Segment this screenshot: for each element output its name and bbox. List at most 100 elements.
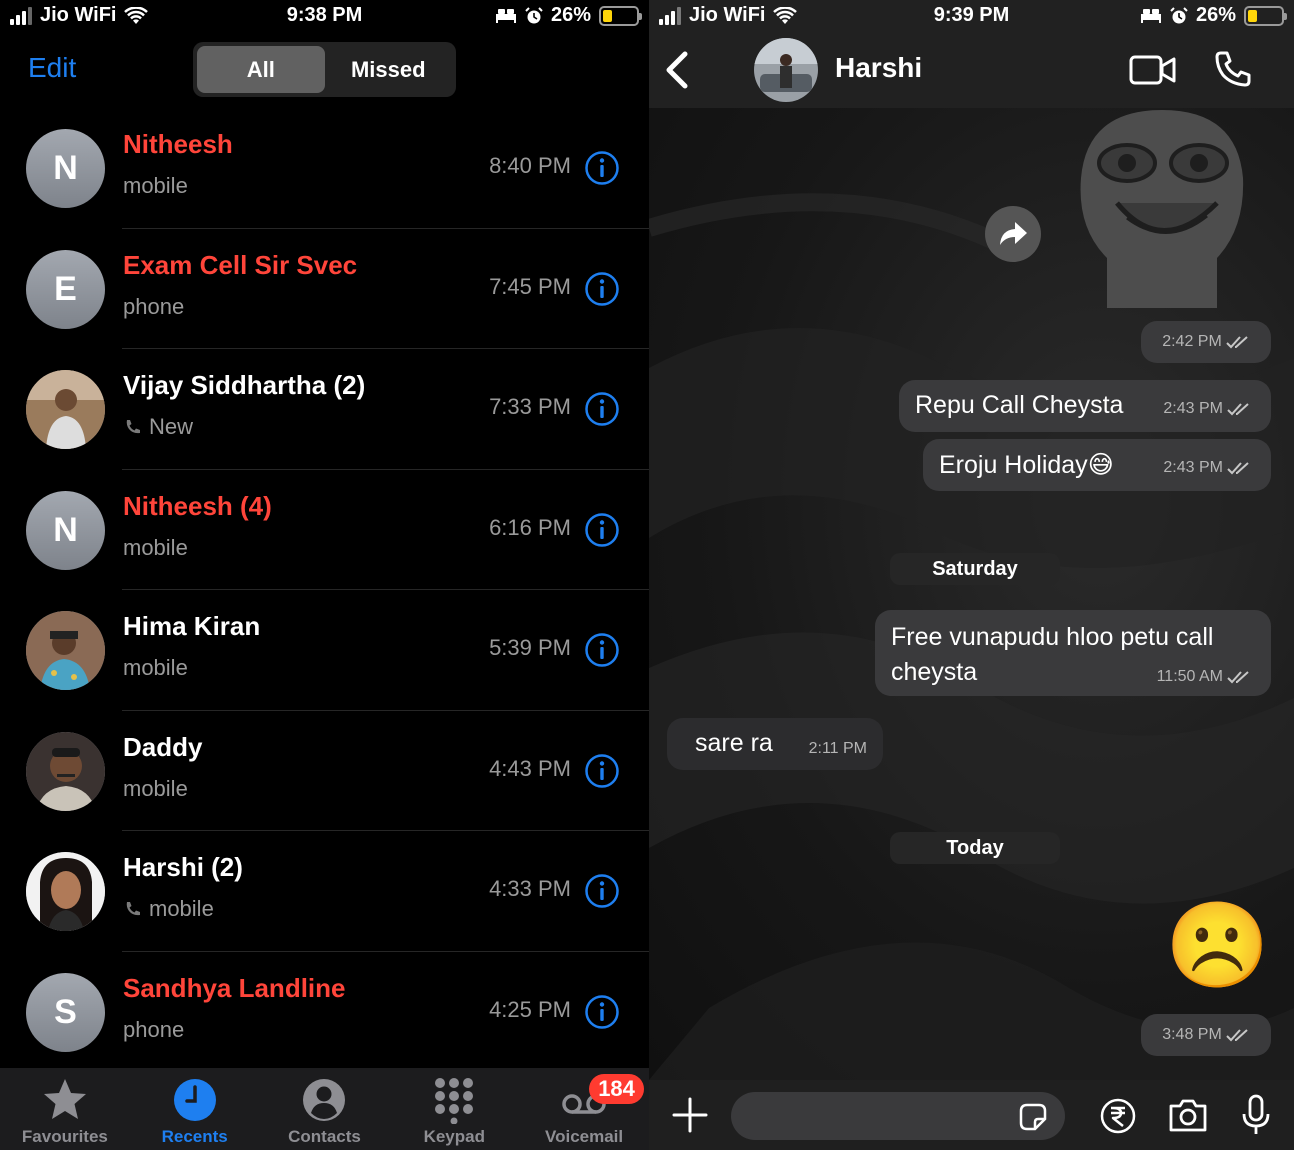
clock-label: 9:38 PM bbox=[286, 4, 363, 26]
camera-icon[interactable] bbox=[1167, 1097, 1209, 1133]
incoming-message[interactable]: sare ra 2:11 PM bbox=[667, 718, 883, 770]
call-row[interactable]: Harshi (2) mobile 4:33 PM bbox=[0, 831, 649, 952]
avatar: N bbox=[26, 490, 105, 570]
contact-photo bbox=[26, 852, 105, 931]
edit-button[interactable]: Edit bbox=[28, 52, 76, 84]
contact-photo bbox=[26, 370, 105, 449]
status-bar: Jio WiFi 9:39 PM 26% bbox=[649, 0, 1294, 32]
call-row[interactable]: Daddy mobile 4:43 PM bbox=[0, 711, 649, 831]
forward-button[interactable] bbox=[985, 206, 1041, 262]
battery-icon bbox=[1244, 5, 1287, 26]
call-type: mobile bbox=[149, 896, 214, 921]
message-time: 2:43 PM bbox=[1163, 400, 1223, 417]
call-type: mobile bbox=[123, 534, 188, 560]
sticker-icon[interactable] bbox=[1017, 1101, 1049, 1133]
clock-label: 9:39 PM bbox=[933, 4, 1010, 26]
message-time: 3:48 PM bbox=[1162, 1026, 1222, 1043]
segment-all[interactable]: All bbox=[197, 46, 325, 93]
chat-wallpaper: 2:42 PM Repu Call Cheysta 2:43 PM Eroju … bbox=[649, 108, 1294, 1080]
phone-recents-screen: Jio WiFi 9:38 PM 26% Edit All Missed N N… bbox=[0, 0, 649, 1150]
phone-outgoing-icon bbox=[126, 420, 140, 434]
avatar: E bbox=[26, 249, 105, 329]
chat-contact-name[interactable]: Harshi bbox=[835, 52, 922, 84]
call-row[interactable]: Vijay Siddhartha (2) New 7:33 PM bbox=[0, 349, 649, 470]
voice-call-icon[interactable] bbox=[1213, 49, 1253, 89]
info-icon[interactable] bbox=[584, 391, 620, 427]
date-separator: Today bbox=[890, 832, 1060, 864]
call-type: mobile bbox=[123, 173, 188, 198]
call-time: 7:45 PM bbox=[489, 273, 571, 299]
contact-name: Exam Cell Sir Svec bbox=[123, 249, 358, 280]
tab-favourites[interactable]: Favourites bbox=[0, 1068, 130, 1150]
tab-label: Voicemail bbox=[545, 1127, 624, 1146]
contact-name: Nitheesh (4) bbox=[123, 490, 272, 521]
keypad-icon bbox=[435, 1078, 474, 1124]
message-input[interactable] bbox=[731, 1092, 1065, 1140]
message-text: Eroju Holiday bbox=[939, 451, 1088, 479]
read-ticks-icon bbox=[1227, 671, 1249, 684]
outgoing-message[interactable]: Free vunapudu hloo petu call cheysta 11:… bbox=[875, 610, 1271, 696]
message-time: 11:50 AM bbox=[1156, 668, 1223, 685]
tab-contacts[interactable]: Contacts bbox=[260, 1068, 390, 1150]
info-icon[interactable] bbox=[584, 753, 620, 789]
info-icon[interactable] bbox=[584, 873, 620, 909]
tab-label: Favourites bbox=[21, 1127, 108, 1146]
contact-avatar[interactable] bbox=[754, 38, 818, 102]
segment-missed[interactable]: Missed bbox=[325, 46, 453, 93]
call-time: 4:25 PM bbox=[489, 996, 571, 1022]
call-row[interactable]: N Nitheesh (4) mobile 6:16 PM bbox=[0, 470, 649, 590]
avatar bbox=[26, 370, 105, 449]
call-row[interactable]: S Sandhya Landline phone 4:25 PM bbox=[0, 952, 649, 1073]
outgoing-message[interactable]: Eroju Holiday😅 2:43 PM bbox=[923, 439, 1271, 491]
video-call-icon[interactable] bbox=[1129, 52, 1177, 88]
tab-recents[interactable]: Recents bbox=[130, 1068, 260, 1150]
call-row[interactable]: E Exam Cell Sir Svec phone 7:45 PM bbox=[0, 229, 649, 349]
call-type: mobile bbox=[123, 655, 188, 680]
tab-label: Contacts bbox=[288, 1127, 361, 1146]
contact-photo bbox=[26, 611, 105, 690]
read-ticks-icon bbox=[1226, 1029, 1248, 1042]
call-time: 5:39 PM bbox=[489, 635, 571, 660]
call-type: phone bbox=[123, 293, 185, 319]
tab-voicemail[interactable]: Voicemail 184 bbox=[519, 1068, 649, 1150]
rupee-payment-icon[interactable] bbox=[1099, 1097, 1137, 1135]
carrier-label: Jio WiFi bbox=[689, 4, 766, 26]
chat-header: Harshi bbox=[649, 32, 1294, 108]
frown-emoji[interactable]: ☹️ bbox=[1165, 903, 1270, 987]
message-text: Repu Call Cheysta bbox=[915, 391, 1124, 419]
compose-bar bbox=[649, 1080, 1294, 1150]
call-row[interactable]: Hima Kiran mobile 5:39 PM bbox=[0, 590, 649, 711]
outgoing-message[interactable]: Repu Call Cheysta 2:43 PM bbox=[899, 380, 1271, 432]
sticker-time-chip: 2:42 PM bbox=[1141, 321, 1271, 363]
info-icon[interactable] bbox=[584, 512, 620, 548]
info-icon[interactable] bbox=[584, 150, 620, 186]
avatar: S bbox=[26, 972, 105, 1052]
call-row[interactable]: N Nitheesh mobile 8:40 PM bbox=[0, 108, 649, 229]
emoji-time-chip: 3:48 PM bbox=[1141, 1014, 1271, 1056]
contact-name: Sandhya Landline bbox=[123, 972, 346, 1003]
battery-icon bbox=[599, 5, 642, 26]
alarm-icon bbox=[1170, 6, 1188, 23]
contact-photo bbox=[26, 731, 105, 811]
tab-keypad[interactable]: Keypad bbox=[389, 1068, 519, 1150]
call-time: 4:33 PM bbox=[489, 876, 571, 901]
chat-screen: Jio WiFi 9:39 PM 26% Harshi 2:42 PM Repu… bbox=[649, 0, 1294, 1150]
info-icon[interactable] bbox=[584, 271, 620, 307]
avatar bbox=[26, 731, 105, 811]
calls-filter-segment: All Missed bbox=[193, 42, 456, 97]
info-icon[interactable] bbox=[584, 994, 620, 1030]
clock-icon bbox=[173, 1079, 216, 1121]
plus-icon[interactable] bbox=[671, 1096, 709, 1134]
back-chevron-icon[interactable] bbox=[663, 50, 691, 90]
microphone-icon[interactable] bbox=[1240, 1094, 1272, 1136]
wifi-icon bbox=[773, 6, 798, 24]
call-type: New bbox=[149, 414, 194, 439]
voicemail-badge: 184 bbox=[589, 1074, 644, 1104]
battery-label: 26% bbox=[550, 4, 591, 26]
read-ticks-icon bbox=[1227, 403, 1249, 416]
contact-name: Hima Kiran bbox=[123, 611, 261, 641]
read-ticks-icon bbox=[1226, 336, 1248, 349]
avatar bbox=[26, 852, 105, 931]
info-icon[interactable] bbox=[584, 632, 620, 668]
sweat-smile-emoji: 😅 bbox=[1087, 451, 1114, 479]
